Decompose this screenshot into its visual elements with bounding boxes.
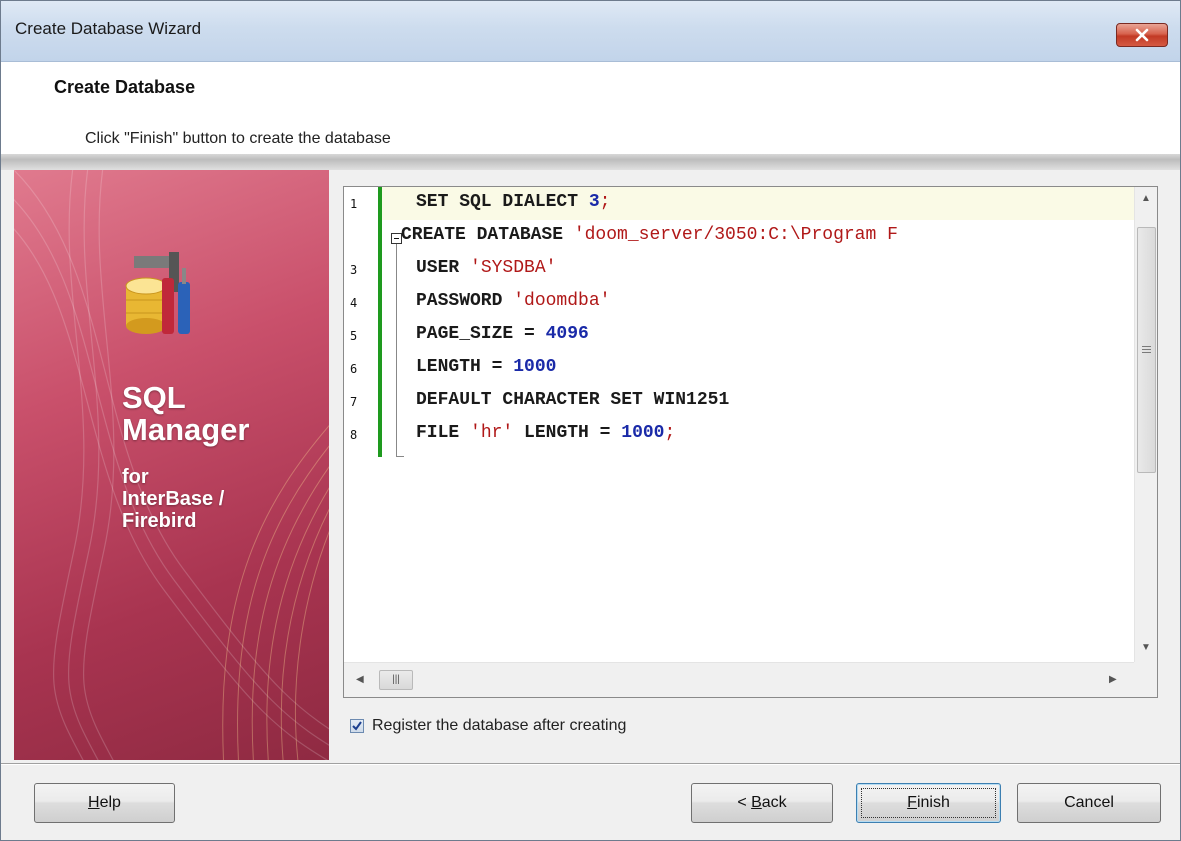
code-text: CREATE DATABASE 'doom_server/3050:C:\Pro… [401,225,898,245]
code-token: CREATE DATABASE [401,225,574,245]
code-token: 'doomdba' [513,291,611,311]
back-rest: ack [761,794,787,811]
code-token: LENGTH = [416,357,514,377]
code-token: 3 [588,192,600,212]
code-line[interactable]: 4 PASSWORD 'doomdba' [344,286,1134,319]
code-line[interactable]: 6 LENGTH = 1000 [344,352,1134,385]
close-icon [1135,28,1149,42]
code-token: PAGE_SIZE = [416,324,546,344]
code-line[interactable]: 5 PAGE_SIZE = 4096 [344,319,1134,352]
code-line[interactable]: 1 SET SQL DIALECT 3; [344,187,1134,220]
database-tools-icon [125,252,190,334]
code-text: FILE 'hr' LENGTH = 1000; [416,423,675,443]
line-number: 3 [350,263,358,277]
code-line[interactable]: 8 FILE 'hr' LENGTH = 1000; [344,418,1134,451]
code-token: USER [416,258,471,278]
scroll-left-icon[interactable]: ◀ [356,674,364,685]
line-number: 4 [350,296,358,310]
banner-line-for: for [122,466,149,488]
product-banner: SQL Manager for InterBase / Firebird [14,170,329,760]
scroll-right-icon[interactable]: ▶ [1109,674,1117,685]
banner-line-firebird: Firebird [122,510,197,532]
code-token: LENGTH = [513,423,622,443]
scroll-corner [1134,662,1157,697]
line-number: 1 [350,197,358,211]
code-token: SET SQL DIALECT [416,192,589,212]
vertical-scrollbar[interactable]: ▲ ▼ [1134,187,1157,662]
code-token: 'doom_server/3050:C:\Program F [573,225,898,245]
help-rest: elp [99,794,121,811]
checkmark-icon [352,721,362,731]
code-token: DEFAULT CHARACTER SET WIN1251 [416,390,730,410]
code-token: 1000 [513,357,557,377]
sql-editor[interactable]: 1 SET SQL DIALECT 3; CREATE DATABASE 'doom… [343,186,1158,698]
horizontal-scroll-thumb[interactable]: ||| [379,670,413,690]
code-token: 'hr' [470,423,514,443]
code-token: 4096 [545,324,589,344]
code-text: USER 'SYSDBA' [416,258,556,278]
close-button[interactable] [1116,23,1168,47]
help-button[interactable]: Help [34,783,175,823]
line-number: 6 [350,362,358,376]
line-number: 8 [350,428,358,442]
register-checkbox-label[interactable]: Register the database after creating [372,717,626,735]
banner-line-interbase: InterBase / [122,488,225,510]
page-title: Create Database [54,77,196,97]
help-accel: H [88,794,100,811]
horizontal-scrollbar[interactable]: ◀ ||| ▶ [344,662,1134,697]
banner-product-sub: for InterBase / Firebird [122,466,224,532]
back-prefix: < [737,794,752,811]
fold-guide-end [396,456,404,457]
code-token: PASSWORD [416,291,514,311]
code-token: ; [664,423,676,443]
window-title: Create Database Wizard [15,19,202,38]
back-button[interactable]: < Back [691,783,833,823]
wizard-window: Create Database Wizard Create Database C… [0,0,1181,841]
back-accel: B [751,794,762,811]
code-line[interactable]: 7 DEFAULT CHARACTER SET WIN1251 [344,385,1134,418]
cancel-button[interactable]: Cancel [1017,783,1161,823]
code-token: 1000 [621,423,665,443]
vertical-scroll-thumb[interactable] [1137,227,1156,473]
code-text: SET SQL DIALECT 3; [416,192,610,212]
code-token: 'SYSDBA' [470,258,557,278]
line-number: 7 [350,395,358,409]
banner-line-sql: SQL [122,380,186,415]
wizard-header: Create Database Click "Finish" button to… [1,62,1180,154]
code-text: PAGE_SIZE = 4096 [416,324,589,344]
code-text: LENGTH = 1000 [416,357,556,377]
page-subtitle: Click "Finish" button to create the data… [85,130,391,147]
register-checkbox[interactable] [350,719,364,733]
line-number: 5 [350,329,358,343]
banner-product-name: SQL Manager [122,382,249,446]
scroll-down-icon[interactable]: ▼ [1141,642,1151,653]
code-line[interactable]: 3 USER 'SYSDBA' [344,253,1134,286]
scroll-up-icon[interactable]: ▲ [1141,193,1151,204]
code-text: PASSWORD 'doomdba' [416,291,610,311]
banner-line-manager: Manager [122,412,250,447]
code-line[interactable]: CREATE DATABASE 'doom_server/3050:C:\Pro… [344,220,1134,253]
code-text: DEFAULT CHARACTER SET WIN1251 [416,390,729,410]
code-token: ; [599,192,611,212]
code-token: FILE [416,423,471,443]
header-divider [1,154,1180,170]
focus-rect [861,788,996,818]
title-bar[interactable]: Create Database Wizard [1,1,1180,62]
finish-button[interactable]: Finish [856,783,1001,823]
